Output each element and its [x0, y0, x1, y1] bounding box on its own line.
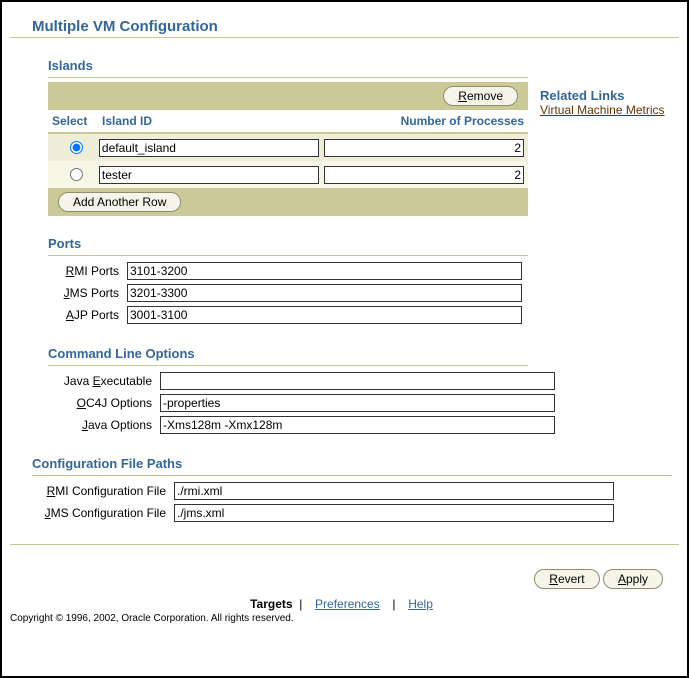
row-select-radio[interactable]	[70, 141, 83, 154]
apply-button[interactable]: Apply	[603, 569, 663, 589]
table-row	[48, 134, 528, 161]
islands-toolbar: Remove	[48, 82, 528, 110]
ajp-ports-input[interactable]	[127, 306, 522, 324]
cfg-table: RMI Configuration File JMS Configuration…	[32, 480, 618, 524]
cfg-section-title: Configuration File Paths	[32, 456, 679, 471]
islands-section-title: Islands	[48, 58, 679, 73]
divider	[10, 544, 679, 545]
rmi-ports-label: RMI Ports	[48, 260, 123, 282]
jms-config-label: JMS Configuration File	[32, 502, 170, 524]
header-num-processes: Number of Processes	[298, 110, 528, 132]
oc4j-options-input[interactable]	[160, 394, 555, 412]
header-select: Select	[48, 110, 98, 132]
divider	[10, 37, 679, 38]
island-id-input[interactable]	[99, 166, 319, 184]
java-executable-label: Java Executable	[48, 370, 156, 392]
footer-targets: Targets	[250, 597, 292, 611]
copyright: Copyright © 1996, 2002, Oracle Corporati…	[10, 613, 679, 624]
jms-ports-input[interactable]	[127, 284, 522, 302]
page-title: Multiple VM Configuration	[32, 18, 679, 35]
table-row	[48, 161, 528, 188]
jms-config-input[interactable]	[174, 504, 614, 522]
related-links: Related Links Virtual Machine Metrics	[540, 88, 665, 117]
row-select-radio[interactable]	[70, 168, 83, 181]
ports-section-title: Ports	[48, 236, 679, 251]
cmd-section-title: Command Line Options	[48, 346, 679, 361]
num-processes-input[interactable]	[324, 139, 524, 157]
add-another-row-button[interactable]: Add Another Row	[58, 192, 181, 212]
remove-button[interactable]: Remove	[443, 86, 518, 106]
rmi-ports-input[interactable]	[127, 262, 522, 280]
divider	[48, 77, 528, 78]
oc4j-options-label: OC4J Options	[48, 392, 156, 414]
ajp-ports-label: AJP Ports	[48, 304, 123, 326]
virtual-machine-metrics-link[interactable]: Virtual Machine Metrics	[540, 103, 665, 117]
jms-ports-label: JMS Ports	[48, 282, 123, 304]
related-links-title: Related Links	[540, 88, 665, 103]
footer-nav: Targets | Preferences | Help	[10, 597, 679, 611]
island-id-input[interactable]	[99, 139, 319, 157]
divider	[48, 365, 528, 366]
divider	[32, 475, 672, 476]
header-island-id: Island ID	[98, 110, 298, 132]
islands-header-row: Select Island ID Number of Processes	[48, 110, 528, 134]
footer-preferences-link[interactable]: Preferences	[315, 597, 380, 611]
ports-table: RMI Ports JMS Ports AJP Ports	[48, 260, 526, 326]
rmi-config-input[interactable]	[174, 482, 614, 500]
java-options-input[interactable]	[160, 416, 555, 434]
rmi-config-label: RMI Configuration File	[32, 480, 170, 502]
footer-help-link[interactable]: Help	[408, 597, 433, 611]
revert-button[interactable]: Revert	[534, 569, 599, 589]
add-row-bar: Add Another Row	[48, 188, 528, 216]
divider	[48, 255, 528, 256]
num-processes-input[interactable]	[324, 166, 524, 184]
java-executable-input[interactable]	[160, 372, 555, 390]
java-options-label: Java Options	[48, 414, 156, 436]
cmd-table: Java Executable OC4J Options Java Option…	[48, 370, 559, 436]
islands-table: Remove Select Island ID Number of Proces…	[48, 82, 528, 216]
